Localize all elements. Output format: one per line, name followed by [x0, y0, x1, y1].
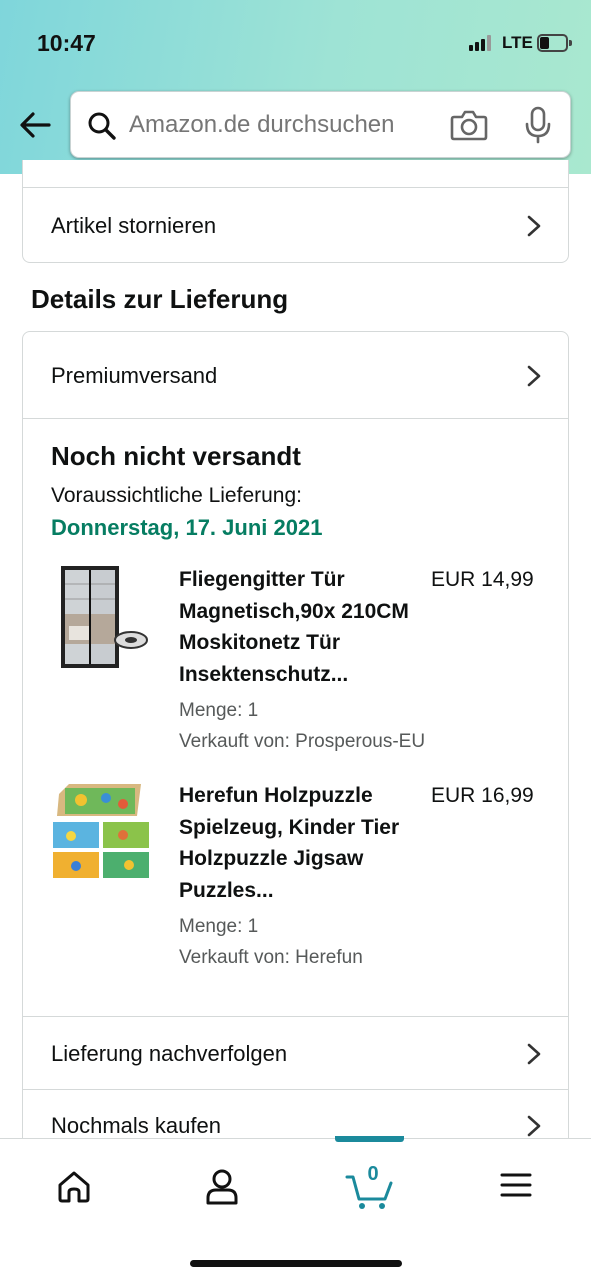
active-tab-indicator [335, 1136, 404, 1142]
search-icon [88, 112, 116, 140]
bottom-navigation: 0 [0, 1136, 591, 1280]
product-item[interactable]: Herefun Holzpuzzle Spielzeug, Kinder Tie… [23, 780, 568, 970]
track-package-row[interactable]: Lieferung nachverfolgen [23, 1018, 568, 1090]
cart-count-badge: 0 [367, 1163, 379, 1185]
product-seller: Verkauft von: Herefun [179, 947, 363, 968]
menu-icon [500, 1173, 532, 1197]
camera-icon[interactable] [450, 108, 488, 142]
chevron-right-icon [527, 365, 541, 387]
cancel-card: Artikel stornieren [22, 160, 569, 263]
product-image-wood-puzzle[interactable] [51, 780, 153, 888]
battery-icon [537, 34, 572, 52]
search-bar[interactable] [70, 91, 571, 158]
product-title[interactable]: Fliegengitter Tür Magnetisch,90x 210CM M… [179, 564, 419, 690]
product-quantity: Menge: 1 [179, 700, 259, 721]
product-title[interactable]: Herefun Holzpuzzle Spielzeug, Kinder Tie… [179, 780, 419, 906]
nav-cart[interactable]: 0 [339, 1161, 399, 1211]
shipment-status: Noch nicht versandt [51, 441, 301, 471]
buy-again-label: Nochmals kaufen [51, 1113, 221, 1138]
app-header: 10:47 LTE [0, 0, 591, 174]
divider [23, 1016, 568, 1017]
signal-icon [469, 35, 495, 51]
product-quantity: Menge: 1 [179, 916, 259, 937]
chevron-right-icon [527, 1115, 541, 1137]
divider [23, 187, 568, 188]
shipping-method-label: Premiumversand [51, 363, 218, 388]
chevron-right-icon [527, 1043, 541, 1065]
home-icon [58, 1171, 90, 1203]
status-time: 10:47 [37, 30, 96, 56]
product-price: EUR 16,99 [431, 784, 534, 807]
shipment-block: Noch nicht versandt Voraussichtliche Lie… [23, 419, 568, 1019]
cancel-item-row[interactable]: Artikel stornieren [23, 190, 568, 262]
account-icon [206, 1169, 238, 1205]
search-input[interactable] [129, 104, 419, 146]
shipping-method-row[interactable]: Premiumversand [23, 340, 568, 412]
product-seller: Verkauft von: Prosperous-EU [179, 731, 426, 752]
microphone-icon[interactable] [524, 106, 552, 144]
back-arrow-icon[interactable] [18, 108, 52, 142]
chevron-right-icon [527, 215, 541, 237]
section-title: Details zur Lieferung [31, 284, 289, 314]
delivery-card: Premiumversand Noch nicht versandt Vorau… [22, 331, 569, 1171]
product-item[interactable]: Fliegengitter Tür Magnetisch,90x 210CM M… [23, 564, 568, 754]
nav-home[interactable] [44, 1161, 104, 1211]
cancel-item-label: Artikel stornieren [51, 213, 217, 238]
product-image-fly-screen[interactable] [51, 564, 153, 672]
expected-delivery-label: Voraussichtliche Lieferung: [51, 484, 302, 507]
network-type: LTE [502, 33, 533, 52]
expected-delivery-date: Donnerstag, 17. Juni 2021 [51, 515, 323, 540]
product-price: EUR 14,99 [431, 568, 534, 591]
track-package-label: Lieferung nachverfolgen [51, 1041, 288, 1066]
nav-menu[interactable] [486, 1161, 546, 1211]
nav-account[interactable] [192, 1161, 252, 1211]
home-indicator [190, 1260, 402, 1267]
